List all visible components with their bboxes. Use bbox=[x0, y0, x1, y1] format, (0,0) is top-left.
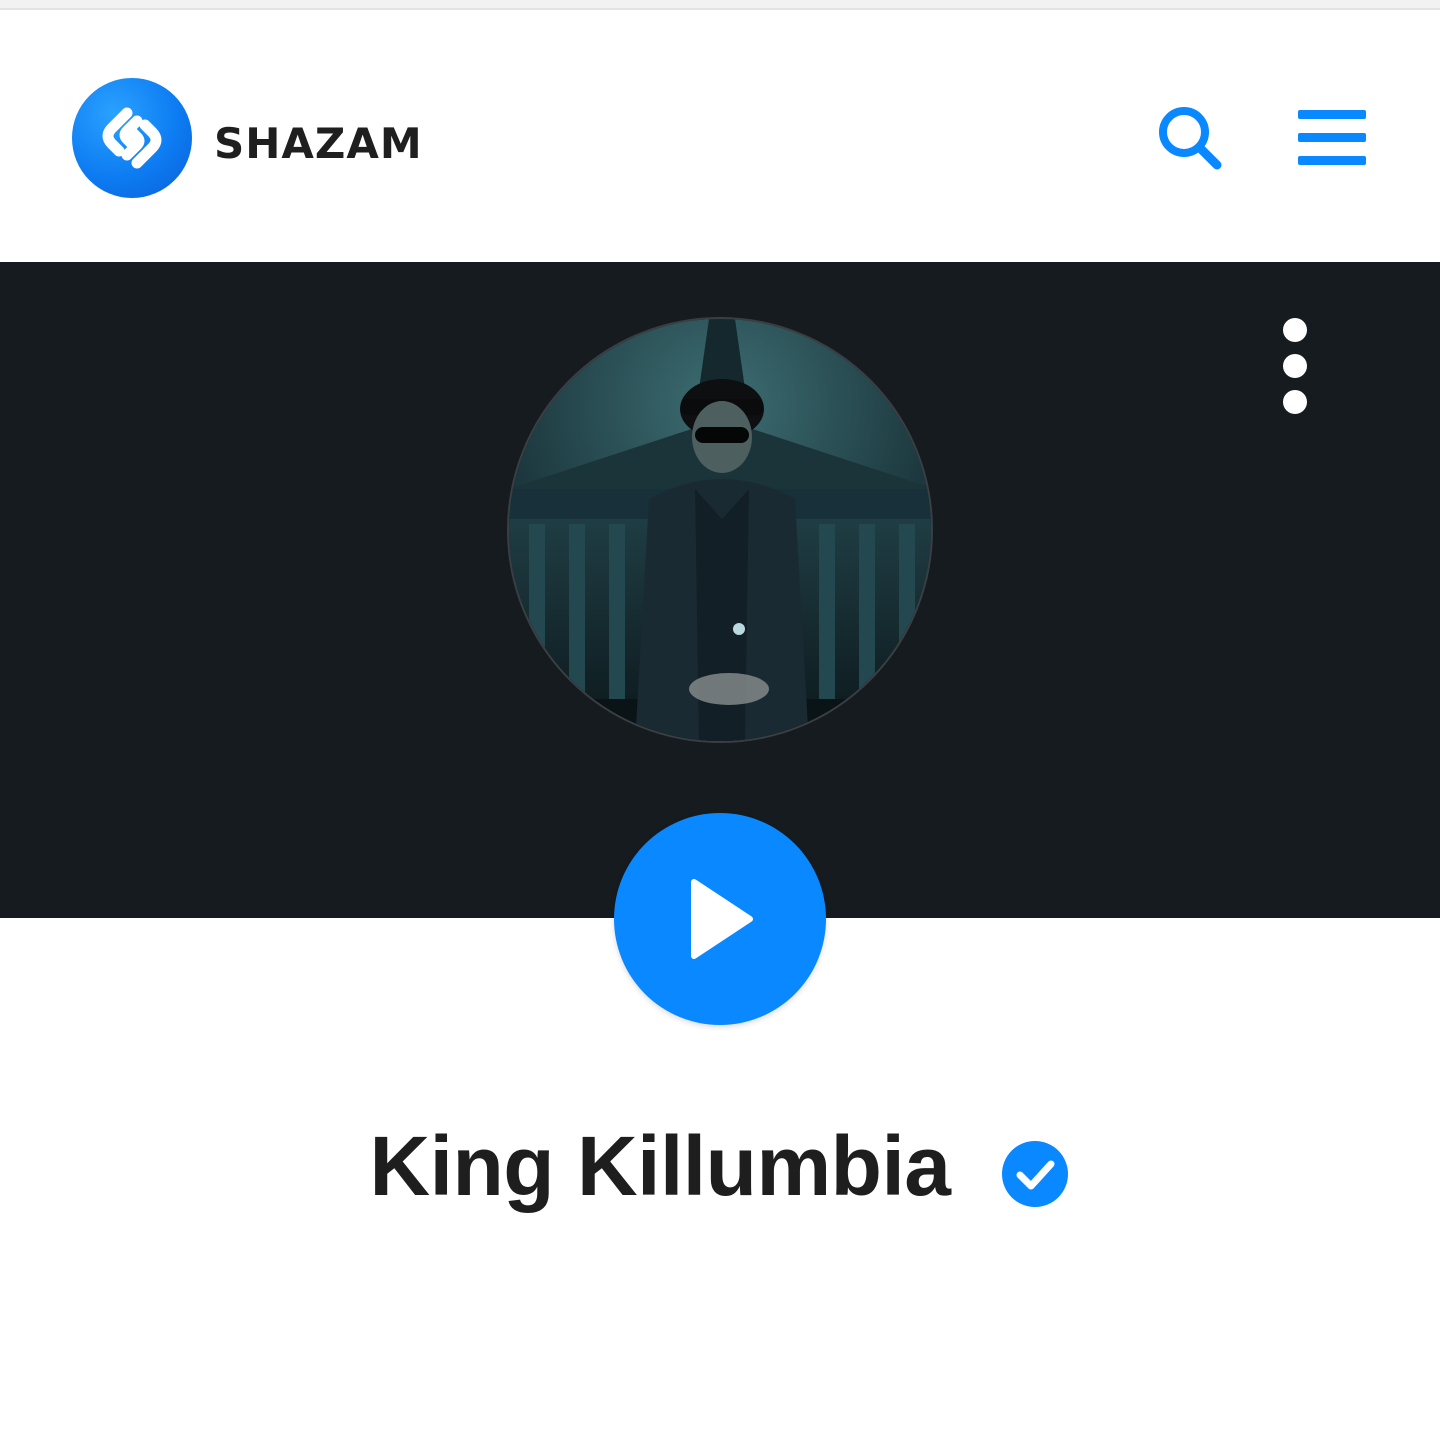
shazam-logo-icon bbox=[72, 78, 192, 198]
shazam-home-link[interactable]: SHAZAM bbox=[72, 78, 423, 198]
hamburger-menu-icon[interactable] bbox=[1296, 102, 1368, 174]
play-button[interactable] bbox=[614, 813, 826, 1025]
site-header: SHAZAM bbox=[0, 10, 1440, 262]
search-icon[interactable] bbox=[1154, 102, 1226, 174]
brand-name: SHAZAM bbox=[214, 103, 423, 173]
more-options-icon[interactable] bbox=[1280, 318, 1310, 414]
play-icon bbox=[691, 879, 753, 959]
browser-top-rule bbox=[0, 0, 1440, 10]
artist-page: SHAZAM bbox=[0, 0, 1440, 1440]
artist-name: King Killumbia bbox=[369, 1119, 952, 1213]
artist-title-row: King Killumbia bbox=[0, 1118, 1440, 1215]
header-actions bbox=[1154, 102, 1368, 174]
verified-badge-icon bbox=[1001, 1140, 1068, 1207]
artist-avatar-image bbox=[507, 317, 933, 743]
